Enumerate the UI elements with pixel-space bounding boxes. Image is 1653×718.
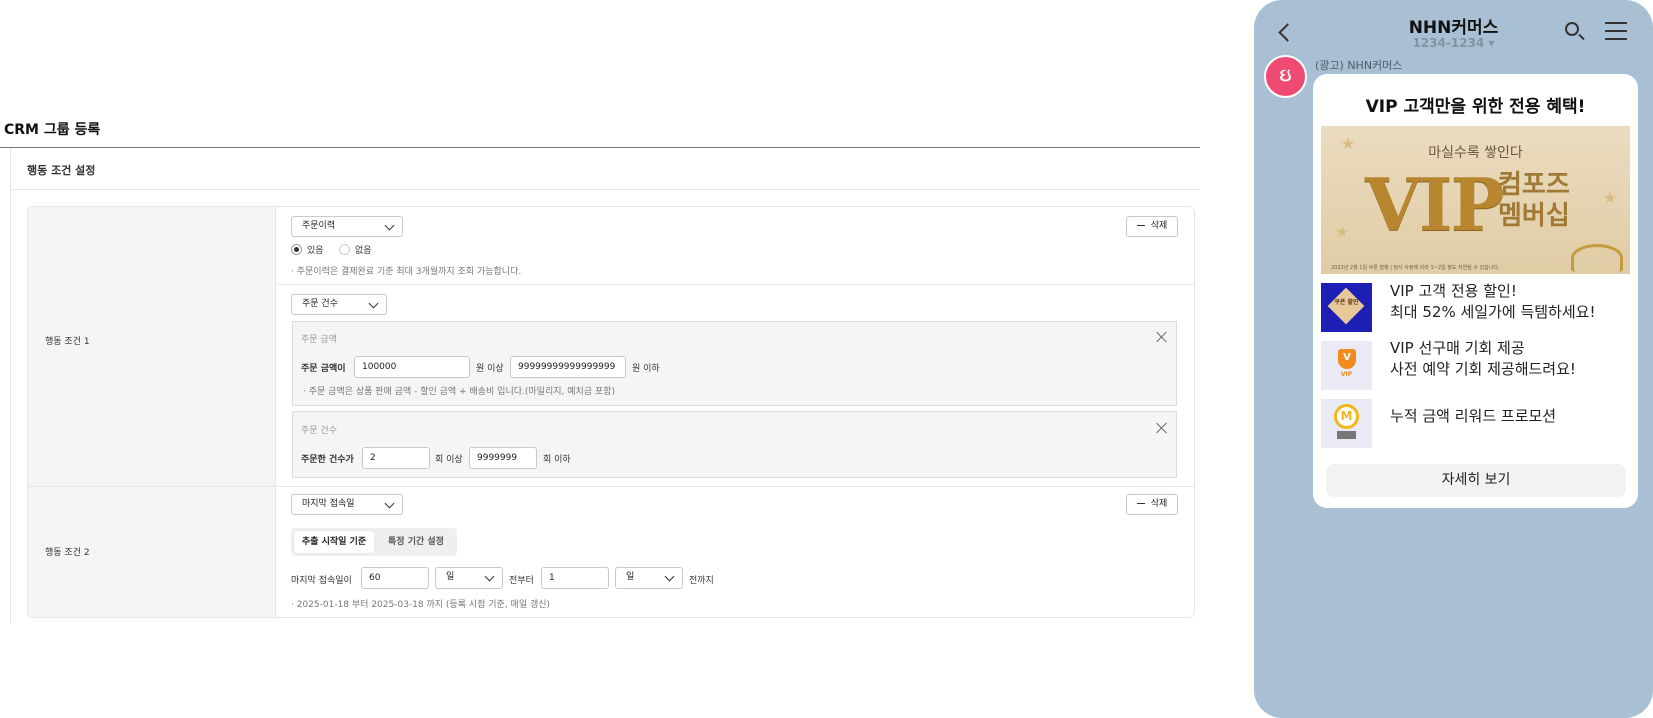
- date-range-note-text: 2025-01-18 부터 2025-03-18 까지 (등록 시점 기준, 매…: [296, 600, 551, 610]
- benefit-2-line-2: 사전 예약 기회 제공해드려요!: [1390, 360, 1576, 378]
- condition-1-sub-select[interactable]: 주문 건수: [291, 294, 387, 315]
- minus-icon: [1136, 224, 1145, 227]
- vip-banner-image: ★ ★ ★ 마실수록 쌓인다 VIP 컴포즈 멤버십 2023년 2월 1일 쿠…: [1321, 126, 1630, 274]
- banner-footer: 2023년 2월 1일 쿠폰 발행 | 당사 사정에 따라 1~2일 정도 지연…: [1331, 265, 1500, 271]
- banner-side-text: 컴포즈 멤버십: [1498, 170, 1570, 232]
- chevron-down-icon: [368, 298, 379, 309]
- last-access-from-unit-select[interactable]: 일: [435, 567, 503, 589]
- section-header: 행동 조건 설정: [10, 148, 1200, 190]
- coupon-thumbnail: 쿠폰 할인: [1321, 283, 1372, 332]
- order-count-box: 주문 건수 주문한 건수가 2 회 이상 9999999 회 이하: [292, 411, 1177, 478]
- order-amount-min-suffix: 원 이상: [476, 364, 504, 374]
- order-history-note-text: 주문이력은 결제완료 기준 최대 3개월까지 조회 가능합니다.: [296, 267, 522, 277]
- order-amount-box: 주문 금액 주문 금액이 100000 원 이상 999999999999999…: [292, 321, 1177, 406]
- card-title: VIP 고객만을 위한 전용 혜택!: [1365, 97, 1586, 117]
- condition-1-divider: [276, 284, 1194, 285]
- chevron-down-icon: [484, 571, 495, 582]
- radio-yes-label: 있음: [307, 246, 324, 256]
- radio-no[interactable]: [339, 244, 350, 255]
- banner-vip-text: VIP: [1365, 162, 1505, 247]
- order-amount-max-suffix: 원 이하: [632, 364, 660, 374]
- last-access-to-suffix: 전까지: [689, 576, 714, 586]
- minus-icon: [1136, 502, 1145, 505]
- benefit-item-1: VIP 고객 전용 할인! 최대 52% 세일가에 득템하세요!: [1390, 281, 1595, 323]
- benefit-1-line-2: 최대 52% 세일가에 득템하세요!: [1390, 303, 1596, 321]
- condition-1-type-value: 주문이력: [302, 221, 336, 231]
- banner-subtitle: 마실수록 쌓인다: [1428, 145, 1523, 161]
- benefit-3-line-1: 누적 금액 리워드 프로모션: [1390, 407, 1557, 425]
- vip-thumb-label: VIP: [1340, 371, 1353, 378]
- order-count-max-suffix: 회 이하: [543, 455, 571, 465]
- view-details-button[interactable]: 자세히 보기: [1326, 464, 1626, 497]
- tab-extract-start-date[interactable]: 추출 시작일 기준: [294, 531, 374, 553]
- radio-no-label: 없음: [355, 246, 372, 256]
- condition-2-label: 행동 조건 2: [45, 548, 90, 558]
- radio-yes[interactable]: [291, 244, 302, 255]
- chevron-down-icon: [384, 498, 395, 509]
- order-count-max-input[interactable]: 9999999: [469, 447, 537, 469]
- section-title: 행동 조건 설정: [27, 164, 96, 177]
- condition-2-delete-button[interactable]: 삭제: [1126, 494, 1178, 515]
- order-count-prefix: 주문한 건수가: [301, 455, 354, 465]
- sender-name: (광고) NHN커머스: [1315, 59, 1403, 72]
- order-amount-max-input[interactable]: 99999999999999999: [510, 356, 626, 378]
- period-tabs: 추출 시작일 기준 특정 기간 설정: [291, 528, 457, 556]
- condition-2-type-value: 마지막 접속일: [302, 499, 355, 509]
- chevron-down-icon: [664, 571, 675, 582]
- benefit-2-line-1: VIP 선구매 기회 제공: [1390, 339, 1525, 357]
- condition-1-label: 행동 조건 1: [45, 337, 90, 347]
- order-amount-prefix: 주문 금액이: [301, 364, 346, 374]
- ribbon-icon: [1571, 244, 1623, 272]
- order-count-box-title: 주문 건수: [301, 426, 337, 436]
- left-guide-line: [10, 148, 11, 623]
- order-count-min-input[interactable]: 2: [362, 447, 430, 469]
- benefit-1-line-1: VIP 고객 전용 할인!: [1390, 282, 1517, 300]
- reward-medal-thumbnail: M: [1321, 399, 1372, 448]
- order-history-note: · 주문이력은 결제완료 기준 최대 3개월까지 조회 가능합니다.: [291, 267, 522, 277]
- order-amount-note: · 주문 금액은 상품 판매 금액 - 할인 금액 + 배송비 입니다.(마일리…: [303, 387, 615, 397]
- last-access-to-input[interactable]: 1: [541, 567, 609, 589]
- condition-1-type-select[interactable]: 주문이력: [291, 216, 403, 237]
- benefit-item-3: 누적 금액 리워드 프로모션: [1390, 406, 1556, 427]
- medal-icon: M: [1334, 404, 1359, 429]
- order-amount-min-input[interactable]: 100000: [354, 356, 470, 378]
- chevron-down-icon: [384, 220, 395, 231]
- banner-side-line-2: 멤버십: [1498, 201, 1570, 231]
- last-access-prefix: 마지막 접속일이: [291, 576, 352, 586]
- delete-label: 삭제: [1150, 221, 1168, 231]
- vip-badge-thumbnail: V VIP: [1321, 341, 1372, 390]
- to-unit-value: 일: [626, 572, 635, 582]
- order-count-min-suffix: 회 이상: [435, 455, 463, 465]
- condition-2-type-select[interactable]: 마지막 접속일: [291, 494, 403, 515]
- avatar: ઇ: [1264, 55, 1307, 98]
- last-access-to-unit-select[interactable]: 일: [615, 567, 683, 589]
- order-amount-box-title: 주문 금액: [301, 335, 337, 345]
- tab-specific-period[interactable]: 특정 기간 설정: [377, 531, 455, 553]
- condition-1-delete-button[interactable]: 삭제: [1126, 216, 1178, 237]
- page-title: CRM 그룹 등록: [4, 122, 101, 138]
- vip-badge-icon: V: [1338, 349, 1356, 369]
- condition-1-sub-value: 주문 건수: [302, 299, 338, 309]
- search-icon[interactable]: [1565, 22, 1579, 36]
- last-access-from-suffix: 전부터: [509, 576, 534, 586]
- hamburger-menu-icon[interactable]: [1605, 22, 1627, 40]
- banner-side-line-1: 컴포즈: [1498, 170, 1570, 200]
- chat-title: NHN커머스: [1408, 18, 1499, 38]
- message-card: VIP 고객만을 위한 전용 혜택! ★ ★ ★ 마실수록 쌓인다 VIP 컴포…: [1313, 74, 1638, 508]
- chat-subtitle: 1234-1234 ▾: [1412, 36, 1495, 50]
- from-unit-value: 일: [446, 572, 455, 582]
- last-access-from-input[interactable]: 60: [361, 567, 429, 589]
- date-range-note: · 2025-01-18 부터 2025-03-18 까지 (등록 시점 기준,…: [291, 600, 551, 610]
- order-amount-note-text: 주문 금액은 상품 판매 금액 - 할인 금액 + 배송비 입니다.(마일리지,…: [308, 387, 615, 397]
- coupon-thumb-label: 쿠폰 할인: [1334, 299, 1359, 306]
- close-icon[interactable]: [1156, 331, 1168, 343]
- phone-preview: NHN커머스 1234-1234 ▾ ઇ (광고) NHN커머스 VIP 고객만…: [1254, 0, 1653, 718]
- benefit-item-2: VIP 선구매 기회 제공 사전 예약 기회 제공해드려요!: [1390, 338, 1576, 380]
- delete-label: 삭제: [1150, 499, 1168, 509]
- close-icon[interactable]: [1156, 422, 1168, 434]
- row-divider: [28, 486, 1194, 487]
